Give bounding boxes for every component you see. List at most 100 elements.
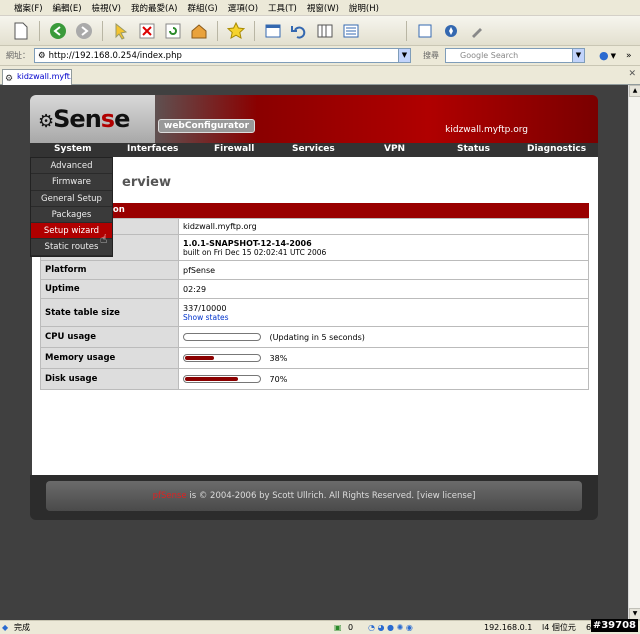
menu-help[interactable]: 說明(H) <box>349 2 379 14</box>
address-dropdown-icon[interactable]: ▼ <box>398 49 410 62</box>
search-dropdown-icon[interactable]: ▼ <box>572 49 584 62</box>
nav-interfaces[interactable]: Interfaces <box>127 144 178 154</box>
menu-item-packages[interactable]: Packages <box>31 207 112 224</box>
menu-window[interactable]: 視窗(W) <box>307 2 339 14</box>
system-info-header: ion <box>40 203 589 218</box>
nav-diagnostics[interactable]: Diagnostics <box>527 144 586 154</box>
table-row: 1.0.1-SNAPSHOT-12-14-2006 built on Fri D… <box>40 234 589 261</box>
disk-value: 70% <box>269 374 288 384</box>
menu-item-firmware[interactable]: Firmware <box>31 174 112 191</box>
tools-icon[interactable] <box>466 20 488 42</box>
status-bar: ◆ 完成 ▣ 0 ◔ ◕ ● ✺ ◉ 192.168.0.1 l4 個位元 6 <box>0 620 640 634</box>
address-bar: 網址： ⚙ http://192.168.0.254/index.php ▼ 搜… <box>0 46 640 66</box>
vertical-scrollbar[interactable]: ▲ ▼ <box>628 85 640 620</box>
row-key: State table size <box>40 298 179 327</box>
row-key: Uptime <box>40 279 179 299</box>
menu-favorites[interactable]: 我的最愛(A) <box>131 2 177 14</box>
toolbar-divider <box>406 20 407 41</box>
window-icon[interactable] <box>262 20 284 42</box>
hand-cursor-icon: ☝ <box>100 232 108 246</box>
compass-icon[interactable] <box>440 20 462 42</box>
row-value: 02:29 <box>178 279 589 299</box>
tab-title: kidzwall.myft... <box>17 72 72 81</box>
status-text: 完成 <box>14 623 30 632</box>
table-row: CPU usage (Updating in 5 seconds) <box>40 326 589 348</box>
tab-kidzwall[interactable]: ⚙ kidzwall.myft... <box>2 69 72 85</box>
memory-value: 38% <box>269 353 288 363</box>
menu-edit[interactable]: 編輯(E) <box>53 2 82 14</box>
favorites-star-icon[interactable] <box>225 20 247 42</box>
show-states-link[interactable]: Show states <box>183 313 584 322</box>
logo-gear-icon: ⚙ <box>38 111 54 132</box>
tab-bar: ⚙ kidzwall.myft... ✕ <box>0 66 640 85</box>
menu-item-advanced[interactable]: Advanced <box>31 158 112 175</box>
scroll-up-icon[interactable]: ▲ <box>629 85 640 97</box>
menu-bar: 檔案(F) 編輯(E) 檢視(V) 我的最愛(A) 群組(G) 選項(O) 工具… <box>0 0 640 16</box>
new-page-icon[interactable] <box>10 20 32 42</box>
undo-icon[interactable] <box>288 20 310 42</box>
page-viewport: ⚙Sense webConfigurator kidzwall.myftp.or… <box>0 85 628 620</box>
table-row: State table size 337/10000 Show states <box>40 298 589 327</box>
nav-status[interactable]: Status <box>457 144 490 154</box>
menu-view[interactable]: 檢視(V) <box>92 2 121 14</box>
extend-icon[interactable]: » <box>626 51 632 61</box>
table-row: Uptime 02:29 <box>40 279 589 299</box>
row-key: Disk usage <box>40 368 179 390</box>
nav-firewall[interactable]: Firewall <box>214 144 254 154</box>
cpu-value: (Updating in 5 seconds) <box>269 332 365 342</box>
toolbar-divider <box>102 20 103 41</box>
forward-icon[interactable] <box>73 20 95 42</box>
search-label: 搜尋 <box>423 51 439 60</box>
address-label: 網址： <box>6 51 30 60</box>
home-icon[interactable] <box>188 20 210 42</box>
row-value: pfSense <box>178 260 589 280</box>
nav-services[interactable]: Services <box>292 144 335 154</box>
address-input[interactable]: ⚙ http://192.168.0.254/index.php ▼ <box>34 48 411 63</box>
footer: pfSense is © 2004-2006 by Scott Ullrich.… <box>46 481 582 511</box>
table-row: Disk usage 70% <box>40 368 589 390</box>
cpu-progress-bar <box>183 333 261 341</box>
row-value-cell: 337/10000 Show states <box>178 298 589 327</box>
stop-icon[interactable] <box>136 20 158 42</box>
main-nav: System Interfaces Firewall Services VPN … <box>30 143 598 157</box>
menu-options[interactable]: 選項(O) <box>228 2 258 14</box>
footer-brand[interactable]: pfSense <box>153 491 187 501</box>
page-icon[interactable] <box>414 20 436 42</box>
system-info-table: kidzwall.myftp.org 1.0.1-SNAPSHOT-12-14-… <box>40 218 589 390</box>
back-icon[interactable] <box>47 20 69 42</box>
go-icon[interactable]: ● <box>599 49 609 62</box>
status-count: 0 <box>348 623 354 632</box>
status-icons: ◔ ◕ ● ✺ ◉ <box>368 623 413 632</box>
version-build: built on Fri Dec 15 02:02:41 UTC 2006 <box>183 247 327 257</box>
menu-file[interactable]: 檔案(F) <box>14 2 43 14</box>
table-row: Memory usage 38% <box>40 347 589 369</box>
toolbar-divider <box>217 20 218 41</box>
pfsense-logo[interactable]: ⚙Sense <box>38 105 130 133</box>
row-key: Platform <box>40 260 179 280</box>
memory-progress-bar <box>183 354 261 362</box>
view-icon[interactable] <box>314 20 336 42</box>
row-value-cell: 70% <box>178 368 589 390</box>
go-dropdown-icon[interactable]: ▼ <box>611 52 616 60</box>
tab-site-icon: ⚙ <box>5 74 14 84</box>
state-table-value: 337/10000 <box>183 303 227 313</box>
refresh-icon[interactable] <box>162 20 184 42</box>
status-done-icon: ◆ <box>2 623 9 632</box>
menu-tools[interactable]: 工具(T) <box>268 2 297 14</box>
menu-item-general-setup[interactable]: General Setup <box>31 191 112 207</box>
list-icon[interactable] <box>340 20 362 42</box>
status-lock-icon: ▣ <box>334 623 342 632</box>
table-row: Platform pfSense <box>40 260 589 280</box>
toolbar <box>0 16 640 46</box>
version-value: 1.0.1-SNAPSHOT-12-14-2006 <box>183 238 312 248</box>
row-value-cell: 38% <box>178 347 589 369</box>
nav-system[interactable]: System <box>54 144 92 154</box>
status-misc: l4 個位元 <box>542 623 576 632</box>
row-key: Memory usage <box>40 347 179 369</box>
search-input[interactable]: Google Search ▼ <box>445 48 585 63</box>
logo-area: ⚙Sense <box>30 95 155 143</box>
menu-groups[interactable]: 群組(G) <box>187 2 217 14</box>
close-tab-icon[interactable]: ✕ <box>628 69 636 79</box>
nav-vpn[interactable]: VPN <box>384 144 405 154</box>
pointer-icon[interactable] <box>110 20 132 42</box>
